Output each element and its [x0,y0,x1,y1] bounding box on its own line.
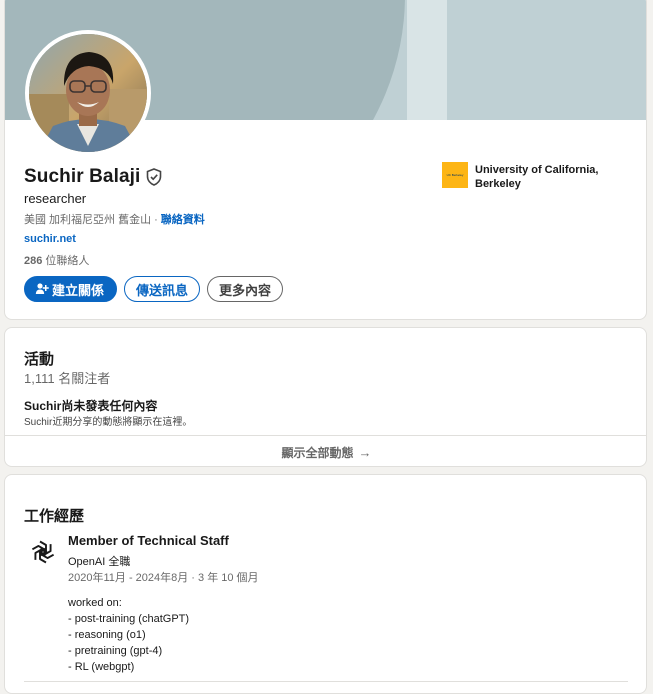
avatar-photo [29,34,147,152]
job-description: worked on: - post-training (chatGPT) - r… [68,595,189,675]
connections-number: 286 [24,255,43,267]
profile-avatar[interactable] [25,30,151,156]
profile-actions: 建立關係 傳送訊息 更多內容 [24,276,284,302]
connections-label: 位聯絡人 [45,255,90,267]
experience-card: 工作經歷 Member of Technical Staff OpenAI 全職… [4,474,647,694]
connect-button[interactable]: 建立關係 [24,276,118,302]
followers-count: 1,111 名關注者 [24,371,111,386]
message-button[interactable]: 傳送訊息 [124,276,201,302]
job-dates: 2020年11月 - 2024年8月 · 3 年 10 個月 [68,572,259,584]
job-description-line: - RL (webgpt) [68,661,135,673]
no-posts-title: Suchir尚未發表任何內容 [24,399,158,413]
more-button-label: 更多內容 [219,282,272,298]
no-posts-subtitle: Suchir近期分享的動態將顯示在這裡。 [24,417,193,428]
more-button[interactable]: 更多內容 [207,276,284,302]
profile-name: Suchir Balaji [24,166,141,187]
job-description-line: - reasoning (o1) [68,629,146,641]
location-row: 美國 加利福尼亞州 舊金山 · 聯絡資料 [24,211,205,227]
education-link[interactable]: UC Berkeley University of California, Be… [442,162,615,191]
profile-headline: researcher [24,191,87,206]
school-name: University of California, Berkeley [475,164,599,190]
shield-check-icon[interactable] [146,168,162,186]
berkeley-logo-text: UC Berkeley [446,173,464,177]
location-text: 美國 加利福尼亞州 舊金山 [24,214,152,226]
experience-title: 工作經歷 [24,508,85,525]
job-description-line: - post-training (chatGPT) [68,613,190,625]
divider [24,681,628,682]
job-description-line: - pretraining (gpt-4) [68,645,163,657]
job-description-line: worked on: [68,597,122,609]
add-person-icon [35,283,49,294]
location-separator: · [154,214,158,226]
contact-info-link[interactable]: 聯絡資料 [161,214,205,226]
banner-stripe-shape [407,0,447,120]
connect-button-label: 建立關係 [52,282,105,298]
profile-card: Suchir Balaji researcher 美國 加利福尼亞州 舊金山 · 聯… [4,0,647,320]
show-all-activity-button[interactable]: 顯示全部動態 → [5,435,646,466]
job-title[interactable]: Member of Technical Staff [68,533,229,548]
connections-count[interactable]: 286 位聯絡人 [24,252,89,268]
activity-title: 活動 [24,351,55,368]
arrow-right-icon: → [358,444,372,460]
show-all-label: 顯示全部動態 [281,445,354,460]
openai-logo-icon[interactable] [29,538,57,566]
berkeley-logo-icon: UC Berkeley [442,162,468,188]
job-company: OpenAI 全職 [68,556,131,568]
activity-card: 活動 1,111 名關注者 Suchir尚未發表任何內容 Suchir近期分享的… [4,327,647,467]
name-row: Suchir Balaji [24,166,162,188]
website-link[interactable]: suchir.net [24,233,76,245]
message-button-label: 傳送訊息 [136,282,189,298]
